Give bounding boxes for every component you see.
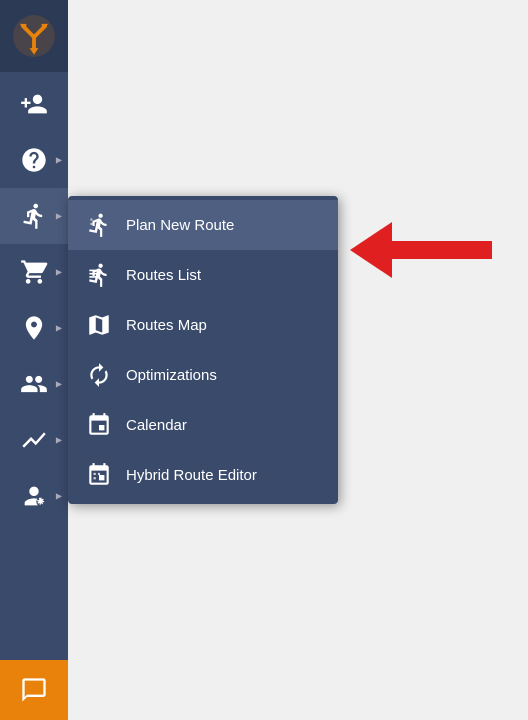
sidebar-item-tracking[interactable] [0,300,68,356]
arrow-shaft [392,241,492,259]
app-logo[interactable] [0,0,68,72]
dropdown-item-optimizations[interactable]: Optimizations [68,350,338,400]
sidebar-item-settings[interactable] [0,468,68,524]
sidebar-item-analytics[interactable] [0,412,68,468]
dropdown-item-routes-list[interactable]: Routes List [68,250,338,300]
dropdown-item-label: Plan New Route [126,217,234,234]
sidebar-item-routes[interactable] [0,188,68,244]
dropdown-item-label: Routes List [126,267,201,284]
dropdown-item-label: Optimizations [126,367,217,384]
arrow-head [350,222,392,278]
sidebar-item-orders[interactable] [0,244,68,300]
dropdown-item-label: Hybrid Route Editor [126,467,257,484]
dropdown-item-routes-map[interactable]: Routes Map [68,300,338,350]
sidebar-item-help[interactable] [0,132,68,188]
sidebar-item-add-user[interactable] [0,76,68,132]
dropdown-item-hybrid-route-editor[interactable]: Hybrid Route Editor [68,450,338,500]
dropdown-item-label: Routes Map [126,317,207,334]
dropdown-item-calendar[interactable]: Calendar [68,400,338,450]
routes-dropdown-menu: Plan New Route Routes List Routes Map Op… [68,196,338,504]
sidebar [0,0,68,720]
sidebar-item-team[interactable] [0,356,68,412]
chat-button[interactable] [0,660,68,720]
dropdown-item-plan-new-route[interactable]: Plan New Route [68,200,338,250]
dropdown-item-label: Calendar [126,417,187,434]
highlight-arrow [350,222,492,278]
